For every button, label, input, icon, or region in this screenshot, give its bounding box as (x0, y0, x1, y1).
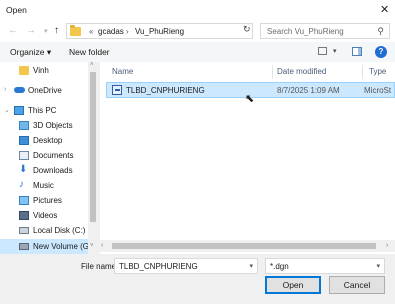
forward-arrow-icon[interactable]: → (26, 25, 36, 36)
chevron-down-icon[interactable]: ▾ (249, 262, 253, 270)
dialog-footer: File name: TLBD_CNPHURIENG ▾ *.dgn ▾ Ope… (0, 254, 395, 304)
search-icon: ⚲ (377, 26, 384, 36)
chevron-down-icon[interactable]: ⌄ (4, 106, 10, 114)
close-icon[interactable]: ✕ (380, 3, 389, 16)
nav-scroll-thumb[interactable] (90, 72, 96, 222)
documents-icon (19, 151, 29, 160)
nav-item-pictures[interactable]: Pictures (0, 193, 88, 208)
filetype-value: *.dgn (270, 262, 289, 271)
back-arrow-icon[interactable]: ← (8, 25, 18, 36)
column-header-type[interactable]: Type (369, 67, 386, 76)
title-bar: Open ✕ (0, 0, 395, 20)
nav-item-label: Videos (33, 211, 58, 220)
nav-item-label: Desktop (33, 136, 63, 145)
new-folder-button[interactable]: New folder (69, 47, 110, 57)
nav-item-label: Music (33, 181, 54, 190)
folder-icon (70, 25, 81, 36)
address-row: ← → ▾ ↑ « gcadas › Vu_PhuRieng ▾ ↻ Searc… (0, 20, 395, 42)
folder-icon (19, 66, 29, 75)
breadcrumb-gcadas[interactable]: gcadas (98, 27, 124, 36)
computer-icon (14, 106, 24, 115)
videos-icon (19, 211, 29, 220)
scroll-right-icon[interactable]: › (386, 242, 388, 249)
up-arrow-icon[interactable]: ↑ (54, 25, 59, 36)
mouse-cursor-icon: ⬉ (245, 93, 255, 105)
view-dropdown-icon[interactable]: ▾ (333, 47, 337, 55)
scroll-down-icon[interactable]: ˅ (90, 243, 94, 249)
file-name: TLBD_CNPHURIENG (126, 86, 205, 95)
breadcrumb-vu-phurieng[interactable]: Vu_PhuRieng (135, 27, 184, 36)
file-date: 8/7/2025 1:09 AM (277, 86, 340, 95)
nav-item-label: Pictures (33, 196, 62, 205)
filetype-select[interactable]: *.dgn ▾ (265, 258, 385, 274)
file-list: Name Date modified Type TLBD_CNPHURIENG … (100, 62, 395, 254)
nav-item-this-pc[interactable]: ⌄ This PC (0, 103, 88, 118)
column-divider[interactable] (362, 65, 363, 79)
nav-item-onedrive[interactable]: › OneDrive (0, 83, 88, 98)
cloud-icon (14, 87, 25, 93)
breadcrumb-separator[interactable]: › (126, 27, 129, 36)
preview-pane-icon[interactable] (352, 47, 362, 56)
nav-scrollbar[interactable]: ˄ ˅ (88, 62, 98, 254)
pictures-icon (19, 196, 29, 205)
desktop-icon (19, 136, 29, 145)
window-title: Open (6, 5, 27, 15)
nav-item-label: Vinh (33, 66, 49, 75)
nav-item-downloads[interactable]: ⬇ Downloads (0, 163, 88, 178)
nav-item-label: Downloads (33, 166, 73, 175)
nav-item-documents[interactable]: Documents (0, 148, 88, 163)
search-input[interactable]: Search Vu_PhuRieng ⚲ (260, 23, 390, 39)
horizontal-scrollbar[interactable]: ‹ › (98, 240, 395, 252)
nav-item-vinh[interactable]: Vinh (0, 63, 88, 78)
search-placeholder: Search Vu_PhuRieng (267, 27, 344, 36)
open-button[interactable]: Open (265, 276, 321, 294)
navigation-pane: Vinh › OneDrive ⌄ This PC 3D Objects Des… (0, 62, 98, 254)
file-type: MicroSt (364, 86, 392, 95)
nav-item-label: 3D Objects (33, 121, 73, 130)
view-options-icon[interactable] (318, 47, 327, 55)
horizontal-scroll-thumb[interactable] (112, 243, 376, 249)
filename-label: File name: (81, 262, 119, 271)
address-bar[interactable]: « gcadas › Vu_PhuRieng ▾ (66, 23, 300, 39)
refresh-icon[interactable]: ↻ (243, 24, 251, 35)
nav-item-desktop[interactable]: Desktop (0, 133, 88, 148)
organize-button[interactable]: Organize ▾ (10, 47, 51, 58)
nav-item-3d-objects[interactable]: 3D Objects (0, 118, 88, 133)
dgn-file-icon (112, 85, 122, 95)
nav-item-videos[interactable]: Videos (0, 208, 88, 223)
column-header-date-modified[interactable]: Date modified (277, 67, 326, 76)
overflow-chevron[interactable]: « (89, 27, 93, 36)
nav-item-local-disk-c[interactable]: Local Disk (C:) (0, 223, 88, 238)
nav-item-music[interactable]: ♪ Music (0, 178, 88, 193)
download-icon: ⬇ (19, 164, 28, 175)
drive-icon (19, 243, 29, 250)
scroll-up-icon[interactable]: ˄ (90, 62, 94, 68)
filename-value: TLBD_CNPHURIENG (119, 262, 198, 271)
music-icon: ♪ (19, 179, 24, 190)
chevron-down-icon[interactable]: ▾ (376, 262, 380, 270)
nav-item-label: Local Disk (C:) (33, 226, 86, 235)
cube-icon (19, 121, 29, 130)
drive-icon (19, 227, 29, 234)
help-icon[interactable]: ? (375, 46, 387, 58)
command-bar: Organize ▾ New folder ▾ ? (0, 42, 395, 62)
nav-item-new-volume-g[interactable]: New Volume (G:) (0, 239, 94, 254)
column-header-name[interactable]: Name (112, 67, 133, 76)
nav-item-label: This PC (28, 106, 57, 115)
cancel-button[interactable]: Cancel (329, 276, 385, 294)
nav-item-label: New Volume (G:) (33, 242, 94, 251)
scroll-left-icon[interactable]: ‹ (101, 242, 103, 249)
filename-input[interactable]: TLBD_CNPHURIENG ▾ (114, 258, 258, 274)
nav-item-label: OneDrive (28, 86, 62, 95)
chevron-right-icon[interactable]: › (4, 86, 6, 93)
recent-locations-icon[interactable]: ▾ (44, 27, 48, 35)
column-divider[interactable] (272, 65, 273, 79)
nav-item-label: Documents (33, 151, 74, 160)
